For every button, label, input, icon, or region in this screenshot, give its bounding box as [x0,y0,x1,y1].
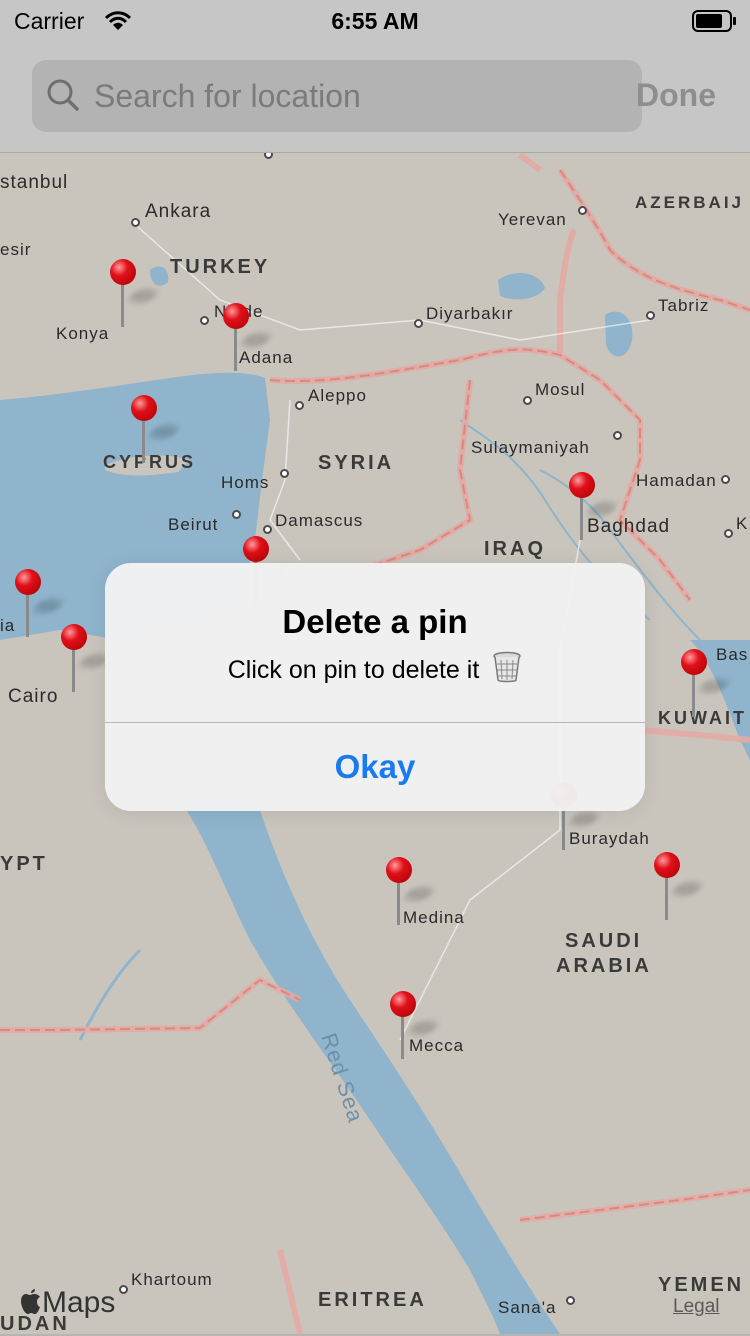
city-label-mosul: Mosul [535,380,586,399]
legal-link[interactable]: Legal [673,1296,720,1318]
city-dot-hamadan [721,475,730,484]
city-label-diyarbakir: Diyarbakır [426,304,514,323]
country-label-saudi: SAUDI [565,930,643,952]
city-dot-mosul [523,396,532,405]
city-dot-sulaymaniyah [613,431,622,440]
alert-message: Click on pin to delete it [227,656,480,684]
search-input[interactable] [32,60,642,132]
city-label-k: K [736,514,749,533]
map-pin[interactable] [108,259,161,329]
battery-icon [692,10,736,32]
country-label-egypt: YPT [0,853,48,875]
city-dot-homs [280,469,289,478]
city-label-konya: Konya [56,324,110,343]
maps-logo: Maps [20,1286,115,1320]
map-pin[interactable] [567,472,620,542]
city-label-baghdad: Baghdad [587,516,671,537]
alert-title: Delete a pin [282,603,468,640]
city-label-istanbul: stanbul [0,172,69,193]
okay-button[interactable]: Okay [105,723,645,811]
city-dot-ankara [131,218,140,227]
city-dot-tabriz [646,311,655,320]
city-label-khartoum: Khartoum [131,1270,213,1289]
search-bar: Done [0,40,750,153]
city-dot-k [724,529,733,538]
city-label-buraydah: Buraydah [569,829,650,848]
city-label-homs: Homs [221,473,270,492]
maps-logo-text: Maps [42,1286,116,1319]
city-label-sanaa: Sana'a [498,1298,557,1317]
city-label-basra: Bas [716,645,749,664]
city-dot-yerevan [578,206,587,215]
status-bar: Carrier 6:55 AM [0,0,750,40]
city-label-eskisehir: esir [0,240,32,259]
apple-logo-icon [21,1289,40,1314]
city-label-cairo: Cairo [8,686,59,707]
map-pin[interactable] [13,569,66,639]
country-label-azerbaijan: AZERBAIJ [635,193,745,212]
city-label-sulaymaniyah: Sulaymaniyah [471,438,590,457]
country-label-eritrea: ERITREA [318,1289,427,1311]
city-dot-khartoum [119,1285,128,1294]
trash-icon [493,651,521,683]
city-label-ankara: Ankara [145,201,212,222]
country-label-arabia: ARABIA [556,955,652,977]
alert-dialog: Delete a pin Click on pin to delete it O… [105,563,645,811]
city-dot-damascus [263,525,272,534]
map-pin[interactable] [384,857,437,927]
map-pin[interactable] [652,852,705,922]
map-pin[interactable] [59,624,112,694]
map-pin[interactable] [679,649,732,719]
alert-message-row: Click on pin to delete it [105,651,645,685]
city-label-tabriz: Tabriz [658,296,710,315]
country-label-yemen: YEMEN [658,1274,745,1296]
done-button[interactable]: Done [630,76,722,115]
city-label-beirut: Beirut [168,515,219,534]
city-label-yerevan: Yerevan [498,210,567,229]
city-label-damascus: Damascus [275,511,364,530]
city-dot-nigde [200,316,209,325]
map-pin[interactable] [388,991,441,1061]
city-dot-beirut [232,510,241,519]
country-label-iraq: IRAQ [484,538,546,560]
country-label-syria: SYRIA [318,452,395,474]
city-dot-diyarbakir [414,319,423,328]
map-pin[interactable] [129,395,182,465]
city-dot-sanaa [566,1296,575,1305]
city-label-hamadan: Hamadan [636,471,717,490]
city-dot-aleppo [295,401,304,410]
map-pin[interactable] [221,303,274,373]
country-label-turkey: TURKEY [170,256,271,278]
status-time: 6:55 AM [331,8,419,34]
search-icon [47,79,79,111]
city-label-aleppo: Aleppo [308,386,367,405]
